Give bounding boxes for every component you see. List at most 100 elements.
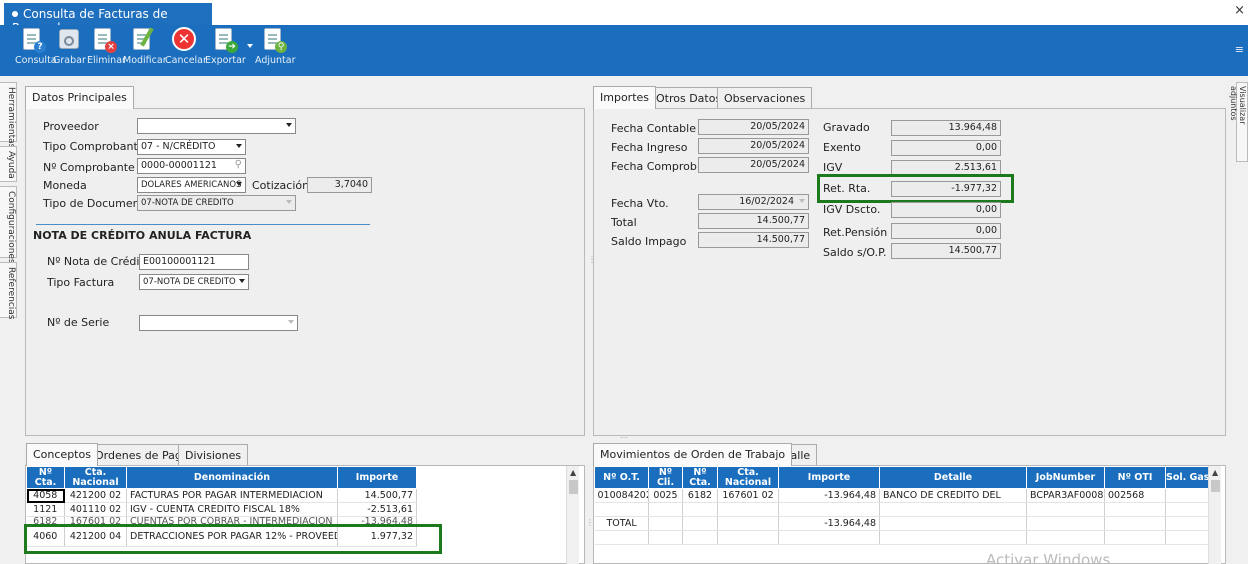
delete-doc-icon: × <box>91 27 117 53</box>
title-bar: Consulta de Facturas de Proveedores × <box>0 0 1248 35</box>
table-row[interactable]: 1121 401110 02 IGV - CUENTA CREDITO FISCAL… <box>26 502 417 517</box>
column-header[interactable]: Nº Cli. <box>648 466 683 489</box>
tab-conceptos[interactable]: Conceptos <box>26 443 98 466</box>
total-label: TOTAL <box>594 516 649 531</box>
edit-doc-icon <box>130 27 156 53</box>
movimientos-scrollbar[interactable]: ▲ <box>1208 466 1221 564</box>
tab-divisiones[interactable]: Divisiones <box>178 444 249 466</box>
section-title: NOTA DE CRÉDITO ANULA FACTURA <box>33 229 252 242</box>
fecha-ingreso-field: 20/05/2024 <box>698 138 809 154</box>
column-header[interactable]: Nº OTI <box>1104 466 1166 489</box>
cancel-icon: ✕ <box>171 27 197 53</box>
cotizacion-field: 3,7040 <box>307 177 372 193</box>
section-divider <box>36 224 370 225</box>
column-header[interactable]: Detalle <box>879 466 1027 489</box>
fecha-ingreso-label: Fecha Ingreso <box>611 141 688 154</box>
moneda-select[interactable]: DOLARES AMERICANOS <box>137 177 246 193</box>
scroll-thumb[interactable] <box>1211 480 1220 492</box>
total-value: -13.964,48 <box>778 516 880 531</box>
menu-icon[interactable]: ≡ <box>1235 43 1244 56</box>
tipo-documento-label: Tipo de Documento <box>43 197 151 210</box>
close-icon[interactable]: × <box>1234 3 1245 18</box>
table-row <box>594 530 1210 545</box>
vertical-splitter-bottom[interactable]: ⋮ <box>586 518 594 527</box>
cancelar-button[interactable]: ✕ Cancelar <box>165 27 207 66</box>
fecha-comprob-field: 20/05/2024 <box>698 157 809 173</box>
eliminar-button[interactable]: × Eliminar <box>87 27 126 66</box>
side-tab-configuraciones[interactable]: Configuraciones <box>0 186 17 264</box>
column-header[interactable]: Nº Cta. <box>682 466 718 489</box>
tipo-documento-select[interactable]: 07-NOTA DE CREDITO <box>137 195 296 211</box>
chevron-down-icon <box>236 144 242 148</box>
column-header[interactable]: Cta. Nacional <box>64 466 127 489</box>
modificar-button[interactable]: Modificar <box>123 27 167 66</box>
fecha-contable-label: Fecha Contable <box>611 122 696 135</box>
chevron-down-icon <box>236 182 242 186</box>
nro-comprobante-label: Nº Comprobante <box>43 161 135 174</box>
column-header[interactable]: Sol. Gasto <box>1165 466 1210 489</box>
fecha-vto-select[interactable]: 16/02/2024 <box>698 194 809 210</box>
side-tab-visualizar-adjuntos[interactable]: Visualizar adjuntos <box>1229 82 1248 162</box>
nota-credito-input[interactable]: E00100001121 <box>139 254 249 270</box>
exento-field: 0,00 <box>891 140 1001 156</box>
tab-observaciones[interactable]: Observaciones <box>717 87 813 109</box>
side-tab-herramientas[interactable]: Herramientas <box>0 82 17 148</box>
scroll-up-icon[interactable]: ▲ <box>1212 468 1218 477</box>
activation-watermark: Activar Windows <box>986 551 1111 564</box>
chevron-down-icon <box>799 199 805 203</box>
column-header[interactable]: Cta. Nacional <box>717 466 779 489</box>
side-tab-ayuda[interactable]: Ayuda <box>0 146 17 182</box>
nro-serie-select[interactable] <box>139 315 298 331</box>
movimientos-table: Nº O.T. Nº Cli. Nº Cta. Cta. Nacional Im… <box>594 466 1210 545</box>
toolbar: ? Consulta Grabar × Eliminar Modificar ✕… <box>0 25 1248 76</box>
proveedor-select[interactable] <box>137 118 296 134</box>
consulta-button[interactable]: ? Consulta <box>15 27 57 66</box>
grabar-button[interactable]: Grabar <box>53 27 86 66</box>
chevron-down-icon <box>239 279 245 283</box>
column-header[interactable]: Nº Cta. <box>26 466 65 489</box>
chevron-down-icon <box>286 123 292 127</box>
importes-panel <box>593 108 1226 436</box>
exportar-dropdown-icon[interactable] <box>247 44 253 48</box>
column-header[interactable]: Nº O.T. <box>594 466 649 489</box>
tab-importes[interactable]: Importes <box>593 86 657 109</box>
tab-movimientos[interactable]: Movimientos de Orden de Trabajo <box>593 443 793 466</box>
scroll-thumb[interactable] <box>569 480 578 494</box>
tipo-factura-select[interactable]: 07-NOTA DE CREDITO <box>139 274 249 290</box>
tab-datos-principales[interactable]: Datos Principales <box>25 86 134 109</box>
chevron-down-icon <box>286 200 292 204</box>
fecha-comprob-label: Fecha Comprob. <box>611 160 701 173</box>
column-header[interactable]: Importe <box>337 466 417 489</box>
total-label: Total <box>611 216 637 229</box>
column-header[interactable]: Importe <box>778 466 880 489</box>
side-tab-referencias[interactable]: Referencias <box>0 262 17 320</box>
scroll-up-icon[interactable]: ▲ <box>570 468 576 477</box>
exportar-button[interactable]: ➔ Exportar <box>205 27 246 66</box>
horizontal-splitter[interactable]: ⋯ <box>620 433 628 442</box>
adjuntar-button[interactable]: ⚲ Adjuntar <box>255 27 296 66</box>
window-dot-icon <box>12 11 18 17</box>
ret-pension-field: 0,00 <box>891 223 1001 239</box>
igv-dscto-field: 0,00 <box>891 202 1001 218</box>
table-row[interactable]: 0100842024 0025 6182 167601 02 -13.964,4… <box>594 488 1210 503</box>
saldo-op-label: Saldo s/O.P. <box>823 246 887 259</box>
exento-label: Exento <box>823 141 861 154</box>
gravado-field: 13.964,48 <box>891 120 1001 136</box>
ret-pension-label: Ret.Pensión <box>823 226 888 239</box>
consulta-icon: ? <box>20 27 46 53</box>
igv-label: IGV <box>823 161 843 174</box>
cotizacion-label: Cotización <box>252 179 310 192</box>
table-row[interactable]: 4058 421200 02 FACTURAS POR PAGAR INTERMED… <box>26 488 417 503</box>
nro-serie-label: Nº de Serie <box>47 316 110 329</box>
nro-comprobante-input[interactable]: 0000-00001121 ⚲ <box>137 158 246 174</box>
window-tab[interactable]: Consulta de Facturas de Proveedores <box>4 3 212 35</box>
fecha-vto-label: Fecha Vto. <box>611 197 669 210</box>
column-header[interactable]: Denominación <box>126 466 338 489</box>
detracciones-highlight <box>24 524 442 554</box>
search-icon[interactable]: ⚲ <box>235 159 242 170</box>
nota-credito-label: Nº Nota de Crédito <box>47 255 151 268</box>
total-row: TOTAL -13.964,48 <box>594 516 1210 531</box>
column-header[interactable]: JobNumber <box>1026 466 1105 489</box>
conceptos-scrollbar[interactable]: ▲ <box>566 466 579 564</box>
tipo-comprobante-select[interactable]: 07 - N/CRÉDITO <box>137 139 246 155</box>
